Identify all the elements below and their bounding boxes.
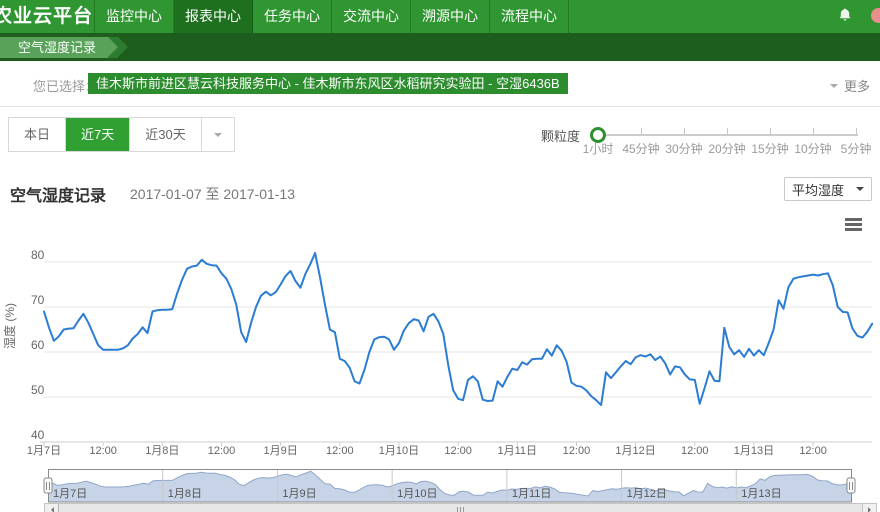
range-button-last-7-days[interactable]: 近7天 bbox=[66, 118, 130, 151]
scrollbar-left-arrow[interactable] bbox=[45, 504, 59, 512]
svg-text:1月11日: 1月11日 bbox=[498, 445, 538, 457]
svg-text:1月8日: 1月8日 bbox=[168, 488, 202, 500]
slider-tick bbox=[856, 128, 857, 134]
svg-text:12:00: 12:00 bbox=[799, 445, 827, 457]
main-menu: 监控中心 报表中心 任务中心 交流中心 溯源中心 流程中心 bbox=[94, 0, 569, 33]
metric-select-value: 平均湿度 bbox=[792, 180, 844, 199]
breadcrumb[interactable]: 空气湿度记录 bbox=[0, 37, 108, 58]
selected-device-badge[interactable]: 佳木斯市前进区慧云科技服务中心 - 佳木斯市东风区水稻研究实验田 - 空湿643… bbox=[88, 73, 568, 94]
granularity-option-30m[interactable]: 30分钟 bbox=[660, 140, 708, 157]
svg-text:12:00: 12:00 bbox=[444, 445, 472, 457]
svg-text:1月13日: 1月13日 bbox=[734, 445, 774, 457]
page-title: 空气湿度记录 bbox=[10, 182, 106, 206]
app-root: 农业云平台 监控中心 报表中心 任务中心 交流中心 溯源中心 流程中心 空气湿度… bbox=[0, 0, 880, 512]
more-button[interactable]: 更多 bbox=[830, 76, 870, 95]
chart-navigator[interactable]: 1月7日 1月8日 1月9日 1月10日 1月11日 1月12日 1月13日 bbox=[0, 466, 880, 506]
granularity-option-5m[interactable]: 5分钟 bbox=[832, 140, 880, 157]
nav-item-monitor-center[interactable]: 监控中心 bbox=[94, 0, 174, 33]
humidity-line bbox=[44, 253, 872, 405]
range-dropdown-button[interactable] bbox=[202, 118, 234, 151]
svg-text:1月7日: 1月7日 bbox=[27, 445, 61, 457]
y-axis-title: 湿度 (%) bbox=[2, 303, 17, 349]
slider-tick bbox=[727, 128, 728, 134]
humidity-line-chart: 40 50 60 70 80 湿度 (%) 1月7日 12:00 1月8日 12:00 1月9日 12… bbox=[0, 226, 880, 462]
nav-item-task-center[interactable]: 任务中心 bbox=[253, 0, 332, 33]
svg-text:1月9日: 1月9日 bbox=[282, 488, 316, 500]
svg-text:1月12日: 1月12日 bbox=[615, 445, 655, 457]
svg-text:12:00: 12:00 bbox=[681, 445, 709, 457]
caret-down-icon bbox=[830, 84, 838, 92]
y-axis-labels: 40 50 60 70 80 bbox=[31, 248, 45, 442]
svg-text:1月9日: 1月9日 bbox=[264, 445, 298, 457]
nav-item-process-center[interactable]: 流程中心 bbox=[490, 0, 569, 33]
granularity-option-20m[interactable]: 20分钟 bbox=[703, 140, 751, 157]
svg-text:1月11日: 1月11日 bbox=[512, 488, 552, 500]
selection-bar: 您已选择： 佳木斯市前进区慧云科技服务中心 - 佳木斯市东风区水稻研究实验田 -… bbox=[0, 61, 880, 107]
svg-text:1月10日: 1月10日 bbox=[397, 488, 437, 500]
svg-text:1月12日: 1月12日 bbox=[627, 488, 667, 500]
svg-text:40: 40 bbox=[31, 428, 45, 442]
caret-down-icon bbox=[856, 187, 864, 195]
svg-text:80: 80 bbox=[31, 248, 45, 262]
navigator-right-handle[interactable] bbox=[847, 478, 855, 493]
granularity-option-15m[interactable]: 15分钟 bbox=[746, 140, 794, 157]
svg-text:1月7日: 1月7日 bbox=[53, 488, 87, 500]
slider-tick bbox=[770, 128, 771, 134]
notification-dot bbox=[871, 8, 880, 23]
date-range-text: 2017-01-07 至 2017-01-13 bbox=[130, 184, 295, 204]
granularity-option-1h[interactable]: 1小时 bbox=[574, 140, 622, 157]
slider-tick bbox=[684, 128, 685, 134]
range-button-last-30-days[interactable]: 近30天 bbox=[130, 118, 201, 151]
slider-tick bbox=[641, 128, 642, 134]
nav-item-report-center[interactable]: 报表中心 bbox=[174, 0, 253, 33]
slider-tick bbox=[813, 128, 814, 134]
nav-item-communication-center[interactable]: 交流中心 bbox=[332, 0, 411, 33]
bell-icon[interactable] bbox=[836, 7, 854, 25]
app-logo: 农业云平台 bbox=[0, 0, 93, 33]
metric-select[interactable]: 平均湿度 bbox=[784, 177, 872, 201]
caret-down-icon bbox=[214, 133, 222, 141]
chart-scrollbar[interactable] bbox=[44, 503, 877, 512]
svg-text:12:00: 12:00 bbox=[89, 445, 117, 457]
svg-text:1月13日: 1月13日 bbox=[741, 488, 781, 500]
nav-item-trace-center[interactable]: 溯源中心 bbox=[411, 0, 490, 33]
granularity-slider-track[interactable] bbox=[592, 134, 858, 136]
range-button-today[interactable]: 本日 bbox=[9, 118, 66, 151]
scrollbar-right-arrow[interactable] bbox=[862, 504, 876, 512]
granularity-option-45m[interactable]: 45分钟 bbox=[617, 140, 665, 157]
top-navbar: 农业云平台 监控中心 报表中心 任务中心 交流中心 溯源中心 流程中心 bbox=[0, 0, 880, 33]
svg-text:12:00: 12:00 bbox=[563, 445, 591, 457]
svg-text:1月10日: 1月10日 bbox=[379, 445, 419, 457]
subnav-bar: 空气湿度记录 bbox=[0, 33, 880, 61]
granularity-option-10m[interactable]: 10分钟 bbox=[789, 140, 837, 157]
scrollbar-thumb[interactable] bbox=[58, 504, 863, 512]
svg-text:1月8日: 1月8日 bbox=[145, 445, 179, 457]
svg-text:50: 50 bbox=[31, 383, 45, 397]
navigator-left-handle[interactable] bbox=[44, 478, 52, 493]
svg-text:12:00: 12:00 bbox=[326, 445, 354, 457]
svg-text:60: 60 bbox=[31, 338, 45, 352]
x-axis-labels: 1月7日 12:00 1月8日 12:00 1月9日 12:00 1月10日 12:00 1月1… bbox=[27, 442, 827, 457]
svg-text:12:00: 12:00 bbox=[208, 445, 236, 457]
more-label: 更多 bbox=[844, 76, 870, 95]
time-range-group: 本日 近7天 近30天 bbox=[8, 117, 235, 152]
svg-text:70: 70 bbox=[31, 293, 45, 307]
